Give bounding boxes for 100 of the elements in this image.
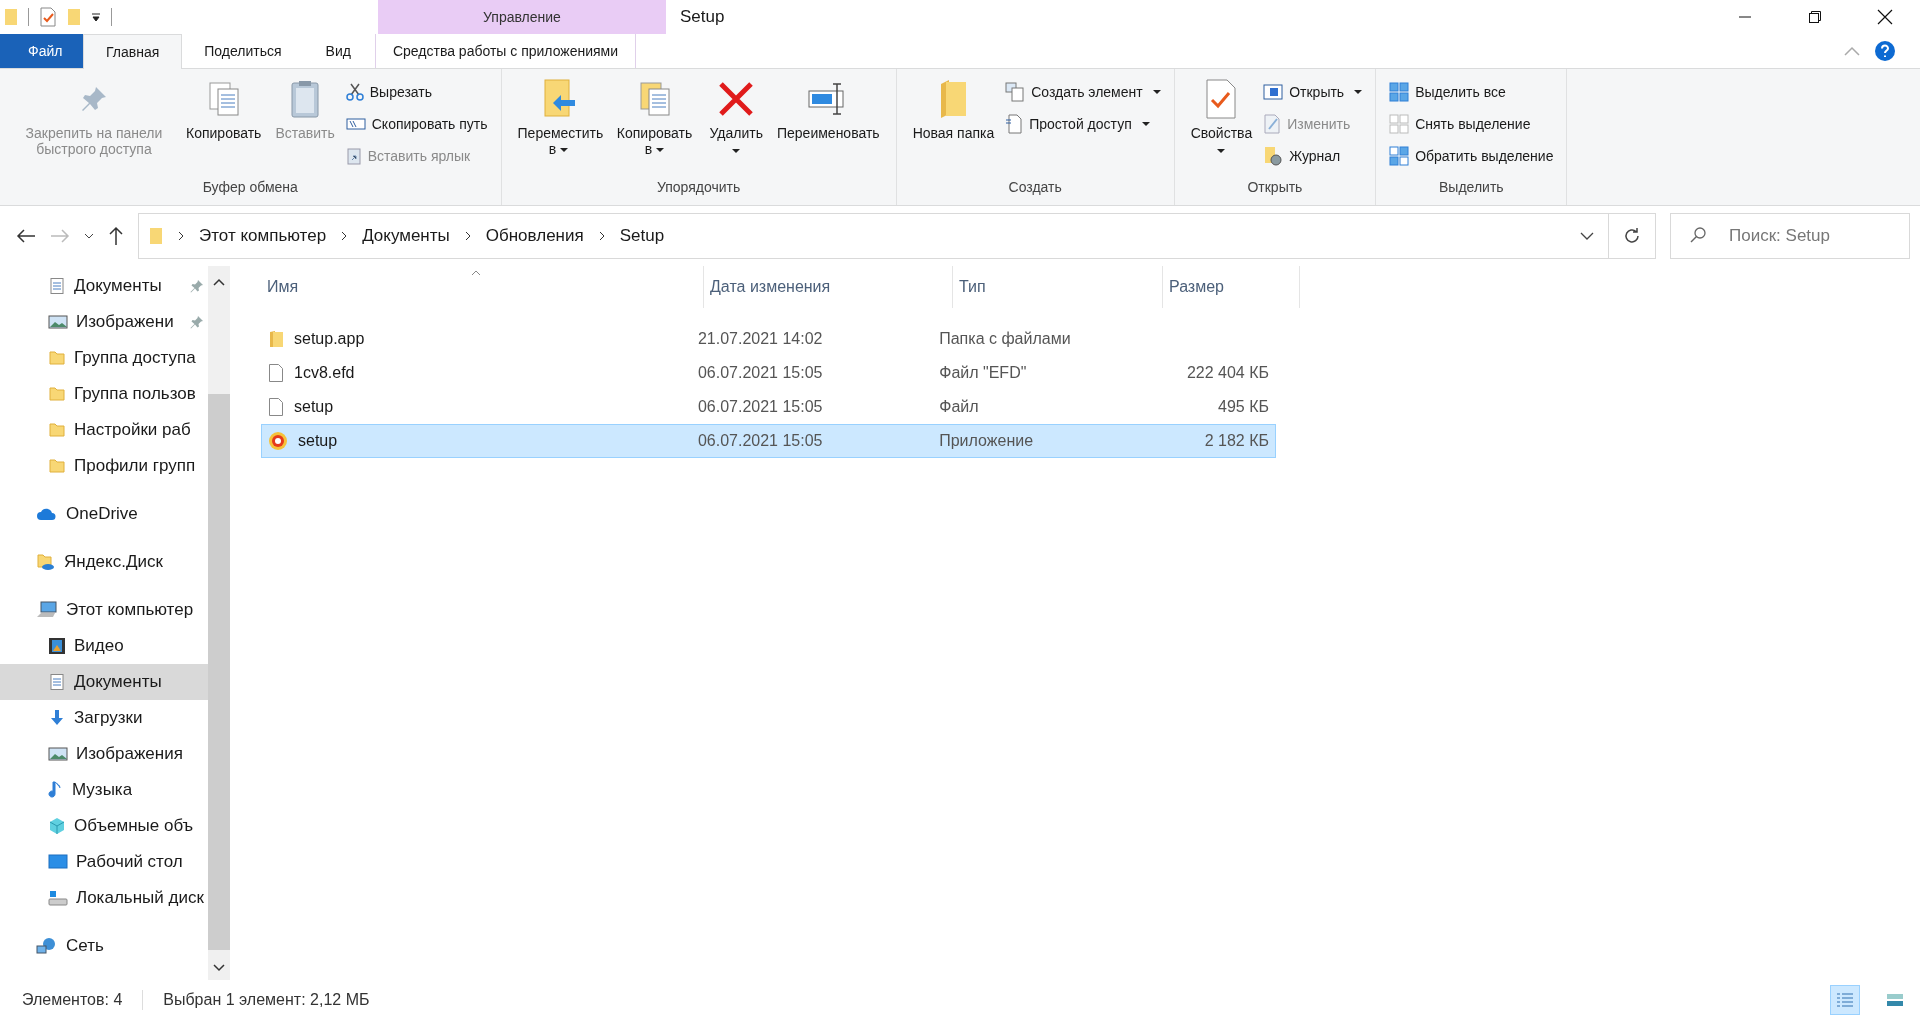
file-menu-tab[interactable]: Файл bbox=[0, 34, 83, 68]
file-row[interactable]: 1cv8.efd 06.07.2021 15:05 Файл "EFD" 222 404 КБ bbox=[261, 356, 1276, 390]
navigation-item[interactable]: Объемные объ bbox=[0, 808, 208, 844]
ribbon-button[interactable]: Обратить выделение bbox=[1386, 143, 1557, 169]
file-row[interactable]: setup 06.07.2021 15:05 Приложение 2 182 КБ bbox=[261, 424, 1276, 458]
navigation-item[interactable]: OneDrive bbox=[0, 496, 208, 532]
navigation-item[interactable]: Группа пользов bbox=[0, 376, 208, 412]
chevron-down-icon[interactable] bbox=[84, 232, 94, 240]
ribbon-button[interactable]: Простой доступ bbox=[1002, 111, 1164, 137]
app-icon bbox=[268, 431, 288, 451]
chevron-down-icon[interactable] bbox=[1580, 231, 1594, 241]
size-cell: 222 404 КБ bbox=[1186, 364, 1269, 382]
item-count: Элементов: 4 bbox=[22, 991, 123, 1009]
ribbon-group-label: Упорядочить bbox=[655, 179, 742, 197]
column-header[interactable]: Тип bbox=[953, 266, 1163, 308]
page-icon bbox=[1005, 114, 1024, 134]
folder-icon bbox=[938, 77, 969, 121]
file-row[interactable]: setup 06.07.2021 15:05 Файл 495 КБ bbox=[261, 390, 1276, 424]
ribbon-button[interactable]: Вырезать bbox=[342, 79, 491, 105]
ribbon-button[interactable]: Создать элемент bbox=[1002, 79, 1164, 105]
size-cell: 495 КБ bbox=[1218, 398, 1269, 416]
ribbon-button[interactable]: Свойства bbox=[1184, 73, 1259, 173]
search-icon bbox=[1690, 226, 1708, 244]
breadcrumb-item[interactable]: Setup bbox=[619, 226, 665, 246]
scrollbar[interactable] bbox=[208, 266, 230, 980]
navigation-item[interactable]: Настройки раб bbox=[0, 412, 208, 448]
checkmark-page-icon bbox=[1204, 77, 1239, 121]
grid-select-icon bbox=[1389, 146, 1410, 166]
grid-select-icon bbox=[1389, 114, 1410, 134]
scroll-down-icon[interactable] bbox=[213, 964, 225, 972]
network-globe-icon bbox=[36, 937, 58, 955]
navigation-item[interactable]: Музыка bbox=[0, 772, 208, 808]
navigation-item[interactable]: Группа доступа bbox=[0, 340, 208, 376]
breadcrumb-item[interactable]: Документы bbox=[362, 226, 450, 246]
navigation-item[interactable]: Локальный диск bbox=[0, 880, 208, 916]
navigation-item[interactable]: Этот компьютер bbox=[0, 592, 208, 628]
ribbon-tab[interactable]: Поделиться bbox=[182, 34, 304, 68]
ribbon-tab[interactable]: Главная bbox=[83, 34, 183, 69]
ribbon-button[interactable]: Открыть bbox=[1260, 79, 1366, 105]
column-header[interactable]: Имя bbox=[261, 266, 704, 308]
navigation-item[interactable]: Документы bbox=[0, 664, 208, 700]
navigation-item[interactable]: Изображения bbox=[0, 736, 208, 772]
file-name: setup bbox=[298, 432, 338, 450]
folder-icon bbox=[48, 385, 66, 403]
address-bar[interactable]: Этот компьютер Документы Обновления Setup bbox=[138, 213, 1656, 259]
ribbon-tab[interactable]: Вид bbox=[303, 34, 373, 68]
window-title: Setup bbox=[680, 7, 725, 27]
size-cell: 2 182 КБ bbox=[1204, 432, 1269, 450]
help-icon[interactable] bbox=[1874, 40, 1896, 62]
scroll-up-icon[interactable] bbox=[213, 278, 225, 286]
navigation-item[interactable]: Изображени bbox=[0, 304, 208, 340]
breadcrumb-item[interactable]: Этот компьютер bbox=[199, 226, 327, 246]
ribbon-tab[interactable]: Средства работы с приложениями bbox=[374, 34, 637, 68]
date-cell-text: 06.07.2021 15:05 bbox=[696, 432, 824, 450]
ribbon-group-label: Буфер обмена bbox=[201, 179, 299, 197]
ribbon-button[interactable]: Копировать в bbox=[607, 73, 702, 173]
edit-page-icon bbox=[1263, 114, 1282, 134]
ribbon-button[interactable]: Новая папка bbox=[906, 73, 1001, 173]
navigation-item[interactable]: Документы bbox=[0, 268, 208, 304]
folder-icon bbox=[36, 552, 56, 572]
refresh-icon[interactable] bbox=[1623, 227, 1641, 245]
breadcrumb-item[interactable]: Обновления bbox=[485, 226, 584, 246]
navigation-item[interactable]: Рабочий стол bbox=[0, 844, 208, 880]
navigation-item[interactable]: Яндекс.Диск bbox=[0, 544, 208, 580]
chevron-right-icon bbox=[597, 231, 606, 241]
chevron-right-icon bbox=[177, 231, 185, 241]
ribbon-button[interactable]: Копировать bbox=[180, 73, 268, 173]
search-field[interactable]: Поиск: Setup bbox=[1670, 213, 1910, 259]
ribbon-button[interactable]: Переместить в bbox=[511, 73, 606, 173]
navigation-item[interactable]: Загрузки bbox=[0, 700, 208, 736]
date-cell-text: 21.07.2021 14:02 bbox=[696, 330, 824, 348]
checkmark-page-icon[interactable] bbox=[39, 7, 57, 27]
computer-icon bbox=[36, 601, 58, 619]
folder-icon bbox=[48, 457, 66, 475]
window-icon bbox=[1263, 84, 1284, 100]
up-arrow-icon[interactable] bbox=[108, 226, 124, 246]
ribbon-group-label: Создать bbox=[1007, 179, 1063, 197]
ribbon-button[interactable]: Выделить все bbox=[1386, 79, 1557, 105]
ribbon-button[interactable]: Журнал bbox=[1260, 143, 1366, 169]
column-header[interactable]: Дата изменения bbox=[704, 266, 953, 308]
back-arrow-icon[interactable] bbox=[16, 228, 36, 244]
grid-select-icon bbox=[1389, 82, 1410, 102]
navigation-item[interactable]: Видео bbox=[0, 628, 208, 664]
cloud-icon bbox=[36, 506, 58, 522]
shortcut-icon bbox=[345, 147, 362, 165]
ribbon-button[interactable]: Удалить bbox=[703, 73, 769, 173]
type-cell-text: Папка с файлами bbox=[938, 330, 1072, 348]
selection-info: Выбран 1 элемент: 2,12 МБ bbox=[163, 991, 370, 1009]
restore-icon bbox=[1808, 10, 1822, 24]
ribbon-button[interactable]: Снять выделение bbox=[1386, 111, 1557, 137]
ribbon-button[interactable]: Переименовать bbox=[771, 73, 886, 173]
navigation-item[interactable]: Профили групп bbox=[0, 448, 208, 484]
document-icon bbox=[48, 277, 66, 295]
navigation-item[interactable]: Сеть bbox=[0, 928, 208, 964]
dropdown-icon[interactable] bbox=[91, 12, 101, 22]
column-header[interactable]: Размер bbox=[1163, 266, 1300, 308]
ribbon-button[interactable]: Скопировать путь bbox=[342, 111, 491, 137]
file-icon bbox=[268, 363, 284, 383]
file-row[interactable]: setup.app 21.07.2021 14:02 Папка с файлами bbox=[261, 322, 1276, 356]
scissors-icon bbox=[345, 83, 364, 101]
